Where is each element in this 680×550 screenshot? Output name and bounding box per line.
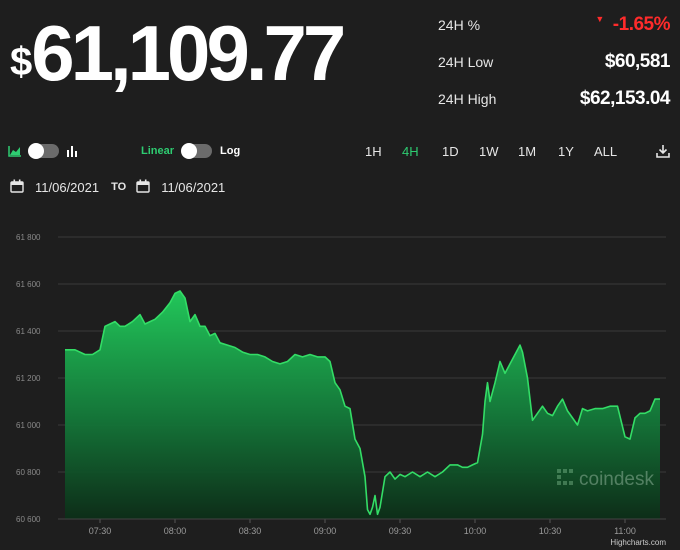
x-tick-label: 08:00: [164, 526, 187, 536]
price-chart: coindesk 60 600 60 800 61 000 61 200 61 400 6…: [16, 233, 666, 536]
y-tick-label: 61 400: [16, 327, 41, 336]
highcharts-credit[interactable]: Highcharts.com: [610, 538, 666, 547]
x-tick-label: 08:30: [239, 526, 262, 536]
x-tick-label: 09:00: [314, 526, 337, 536]
y-tick-label: 61 200: [16, 374, 41, 383]
y-tick-label: 61 800: [16, 233, 41, 242]
x-tick-label: 07:30: [89, 526, 112, 536]
x-tick-label: 10:30: [539, 526, 562, 536]
y-tick-label: 60 800: [16, 468, 41, 477]
x-tick-label: 09:30: [389, 526, 412, 536]
y-tick-label: 60 600: [16, 515, 41, 524]
y-tick-label: 61 600: [16, 280, 41, 289]
x-tick-label: 10:00: [464, 526, 487, 536]
x-tick-label: 11:00: [614, 526, 636, 536]
watermark-text: coindesk: [579, 469, 654, 490]
y-tick-label: 61 000: [16, 421, 41, 430]
